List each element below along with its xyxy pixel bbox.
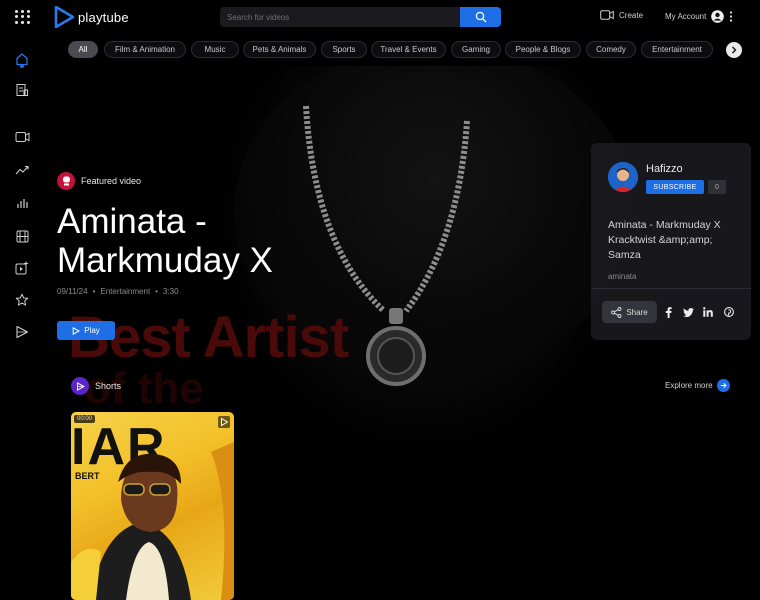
- trending-icon: [15, 165, 29, 175]
- chip-people-blogs[interactable]: People & Blogs: [505, 41, 581, 58]
- chevron-right-icon: [732, 46, 737, 54]
- channel-name[interactable]: Hafizzo: [646, 163, 683, 175]
- short-video-card[interactable]: IAR BERT 00:00: [71, 412, 234, 600]
- pinterest-icon: [724, 307, 734, 317]
- subscribe-button[interactable]: SUBSCRIBE: [646, 180, 704, 194]
- short-play-icon[interactable]: [218, 416, 230, 428]
- account-menu[interactable]: My Account: [665, 10, 733, 23]
- pinterest-share[interactable]: [723, 306, 735, 318]
- explore-more-link[interactable]: Explore more: [665, 379, 730, 392]
- featured-title[interactable]: Aminata - Markmuday X: [57, 202, 357, 280]
- channel-card: Hafizzo SUBSCRIBE 0 Aminata - Markmuday …: [591, 143, 751, 340]
- card-divider: [591, 288, 751, 289]
- featured-category[interactable]: Entertainment: [100, 287, 150, 296]
- search-button[interactable]: [460, 7, 501, 27]
- explore-label: Explore more: [665, 381, 713, 390]
- facebook-share[interactable]: [662, 306, 674, 318]
- sidebar-item-trending[interactable]: [13, 161, 31, 179]
- chips-next-button[interactable]: [726, 42, 742, 58]
- search-icon: [475, 11, 486, 23]
- sidebar-item-videos[interactable]: [13, 128, 31, 146]
- search-bar: [220, 7, 501, 27]
- active-indicator: [20, 64, 24, 68]
- chip-music[interactable]: Music: [191, 41, 239, 58]
- category-bar: All Film & Animation Music Pets & Animal…: [44, 34, 760, 66]
- create-button[interactable]: Create: [600, 10, 643, 20]
- article-icon: [16, 84, 28, 96]
- short-thumbnail-person: [71, 442, 234, 600]
- share-icon: [611, 306, 622, 318]
- chip-comedy[interactable]: Comedy: [586, 41, 636, 58]
- card-video-title[interactable]: Aminata - Markmuday X Kracktwist &amp;am…: [608, 218, 743, 263]
- chip-all[interactable]: All: [68, 41, 98, 58]
- sidebar-item-stats[interactable]: [13, 194, 31, 212]
- linkedin-icon: [703, 307, 713, 317]
- card-owner[interactable]: aminata: [608, 272, 636, 281]
- twitter-share[interactable]: [682, 306, 694, 318]
- bar-chart-icon: [17, 199, 28, 208]
- chip-gaming[interactable]: Gaming: [451, 41, 501, 58]
- facebook-icon: [665, 306, 672, 318]
- film-icon: [16, 230, 28, 242]
- featured-meta: 09/11/24 • Entertainment • 3:30: [57, 287, 179, 296]
- shorts-play-icon: [16, 325, 29, 339]
- short-duration: 00:00: [74, 415, 96, 423]
- shorts-label: Shorts: [95, 381, 122, 391]
- sidebar-item-shorts[interactable]: [13, 323, 31, 341]
- arrow-right-icon: [716, 379, 730, 392]
- search-input[interactable]: [220, 7, 460, 27]
- video-camera-icon: [15, 132, 29, 142]
- create-label: Create: [619, 10, 644, 20]
- play-button[interactable]: Play: [57, 321, 115, 340]
- share-button[interactable]: Share: [602, 301, 657, 323]
- chip-film-animation[interactable]: Film & Animation: [104, 41, 186, 58]
- sidebar: [0, 34, 44, 600]
- shorts-icon: [71, 377, 89, 395]
- more-vertical-icon[interactable]: [729, 11, 733, 22]
- playlist-add-icon: [15, 261, 28, 275]
- logo-text: playtube: [78, 9, 129, 25]
- sidebar-item-movies[interactable]: [13, 227, 31, 245]
- channel-avatar[interactable]: [608, 162, 638, 192]
- chip-entertainment[interactable]: Entertainment: [641, 41, 713, 58]
- meta-separator: •: [92, 287, 96, 296]
- featured-badge: Featured video: [57, 172, 141, 190]
- subscriber-count: 0: [708, 180, 726, 194]
- featured-date: 09/11/24: [57, 287, 88, 296]
- user-avatar-icon: [711, 10, 725, 23]
- account-label: My Account: [665, 12, 707, 21]
- twitter-icon: [682, 307, 694, 317]
- share-label: Share: [626, 307, 648, 317]
- logo-play-icon: [54, 6, 74, 28]
- shorts-header: Shorts: [71, 377, 121, 395]
- play-icon: [72, 326, 81, 335]
- camera-icon: [600, 10, 614, 20]
- featured-duration: 3:30: [162, 287, 179, 296]
- chip-travel-events[interactable]: Travel & Events: [371, 41, 446, 58]
- featured-label: Featured video: [81, 176, 142, 186]
- play-label: Play: [84, 326, 100, 335]
- chip-sports[interactable]: Sports: [321, 41, 367, 58]
- sidebar-item-playlist[interactable]: [13, 259, 31, 277]
- logo[interactable]: playtube: [54, 6, 129, 28]
- sidebar-item-favorites[interactable]: [13, 291, 31, 309]
- linkedin-share[interactable]: [702, 306, 714, 318]
- meta-separator: •: [155, 287, 158, 296]
- top-bar: playtube Create My Account: [0, 0, 760, 34]
- sidebar-item-articles[interactable]: [13, 81, 31, 99]
- chip-pets-animals[interactable]: Pets & Animals: [243, 41, 316, 58]
- featured-icon: [57, 172, 75, 190]
- apps-grid-icon[interactable]: [15, 10, 31, 24]
- star-icon: [15, 293, 29, 306]
